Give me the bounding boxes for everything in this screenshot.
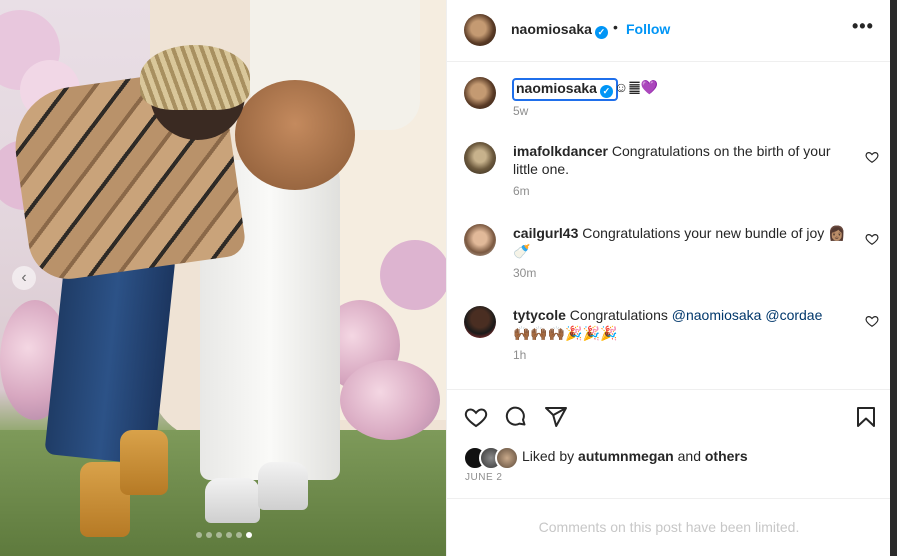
- sneaker: [258, 462, 308, 510]
- like-comment-heart-icon[interactable]: [865, 232, 879, 246]
- carousel-dots: [196, 532, 252, 538]
- comment-icon[interactable]: [504, 405, 528, 429]
- avatar[interactable]: [464, 142, 496, 174]
- share-icon[interactable]: [544, 405, 568, 429]
- like-comment-heart-icon[interactable]: [865, 314, 879, 328]
- comment-timestamp[interactable]: 6m: [513, 184, 530, 198]
- carousel-dot: [226, 532, 232, 538]
- chevron-left-icon[interactable]: ‹: [12, 266, 36, 290]
- post-date[interactable]: JUNE 2: [465, 472, 502, 483]
- separator-dot: •: [613, 19, 618, 35]
- post-details-panel: naomiosaka ✓ • Follow ••• naomiosaka ✓ ☺︎䷀…: [446, 0, 891, 556]
- carousel-dot-active: [246, 532, 252, 538]
- sneaker: [205, 478, 260, 523]
- comment-body: Congratulations: [565, 307, 672, 323]
- liked-by-others[interactable]: others: [705, 448, 748, 464]
- carousel-dot: [206, 532, 212, 538]
- avatar[interactable]: [464, 77, 496, 109]
- mention-link[interactable]: @naomiosaka: [672, 307, 762, 323]
- liker-avatar[interactable]: [495, 446, 519, 470]
- username-text[interactable]: naomiosaka: [516, 80, 597, 96]
- comment-text: imafolkdancer Congratulations on the bir…: [513, 142, 849, 178]
- caption-emojis: ☺︎䷀: [614, 79, 641, 95]
- comment-username[interactable]: cailgurl43: [513, 225, 578, 241]
- post-header: naomiosaka ✓ • Follow •••: [447, 0, 891, 62]
- carousel-dot: [216, 532, 222, 538]
- window-edge: [890, 0, 897, 556]
- action-bar: [447, 389, 891, 442]
- username-text[interactable]: naomiosaka: [511, 21, 592, 37]
- avatar[interactable]: [464, 306, 496, 338]
- heart-icon[interactable]: [464, 405, 488, 429]
- belly: [235, 80, 355, 190]
- carousel-dot: [236, 532, 242, 538]
- comment-text: cailgurl43 Congratulations your new bund…: [513, 224, 849, 260]
- liked-by-text: Liked by autumnmegan and others: [522, 448, 748, 464]
- caption-username[interactable]: naomiosaka ✓: [512, 78, 618, 101]
- hair: [140, 45, 250, 110]
- comment-emojis: 🙌🏾🙌🏾🙌🏾🎉🎉🎉: [513, 325, 618, 341]
- carousel-dot: [196, 532, 202, 538]
- liked-by-and: and: [673, 448, 705, 464]
- comment-username[interactable]: imafolkdancer: [513, 143, 608, 159]
- liked-by-user[interactable]: autumnmegan: [578, 448, 674, 464]
- verified-badge-icon: ✓: [599, 85, 613, 98]
- post-photo[interactable]: ‹: [0, 0, 446, 556]
- more-options-icon[interactable]: •••: [852, 16, 874, 37]
- avatar[interactable]: [464, 14, 496, 46]
- balloon: [380, 240, 446, 310]
- header-username[interactable]: naomiosaka ✓: [511, 21, 608, 39]
- comment-timestamp[interactable]: 30m: [513, 266, 536, 280]
- follow-button[interactable]: Follow: [626, 21, 670, 37]
- boot: [120, 430, 168, 495]
- caption-timestamp[interactable]: 5w: [513, 104, 528, 118]
- bookmark-icon[interactable]: [854, 405, 878, 429]
- mention-link[interactable]: @cordae: [765, 307, 822, 323]
- avatar[interactable]: [464, 224, 496, 256]
- verified-badge-icon: ✓: [594, 26, 608, 39]
- likes-summary: Liked by autumnmegan and others: [447, 444, 891, 470]
- like-comment-heart-icon[interactable]: [865, 150, 879, 164]
- purple-heart-emoji: 💜: [640, 79, 659, 95]
- comment-timestamp[interactable]: 1h: [513, 348, 526, 362]
- comment-username[interactable]: tytycole: [513, 307, 566, 323]
- comments-limited-notice: Comments on this post have been limited.: [447, 498, 891, 557]
- flower-arrangement: [340, 360, 440, 440]
- caption-text: ☺︎䷀💜: [614, 79, 658, 96]
- liked-by-prefix: Liked by: [522, 448, 579, 464]
- comment-text: tytycole Congratulations @naomiosaka @co…: [513, 306, 849, 342]
